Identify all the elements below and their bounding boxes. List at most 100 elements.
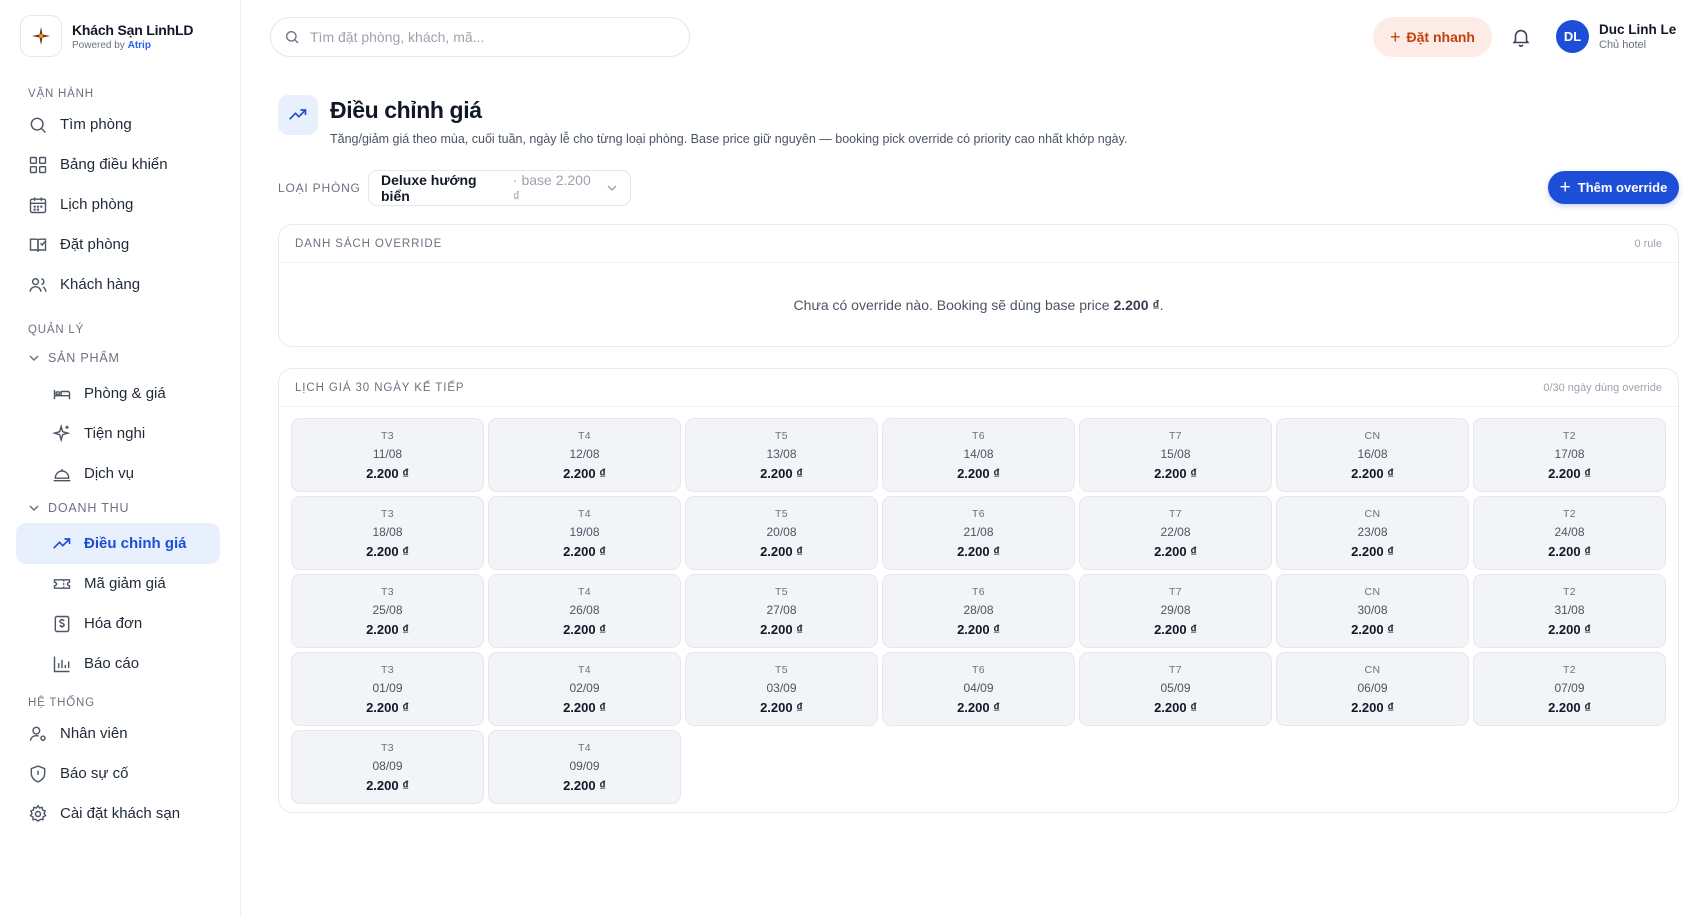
sidebar-item-settings[interactable]: Cài đặt khách sạn xyxy=(16,793,220,834)
calendar-day-cell[interactable]: T4 09/09 2.200 ₫ xyxy=(488,730,681,804)
day-price: 2.200 ₫ xyxy=(760,699,803,715)
trend-up-icon xyxy=(53,537,71,549)
day-date: 31/08 xyxy=(1554,602,1585,617)
group-label: SẢN PHẨM xyxy=(48,351,120,365)
calendar-day-cell[interactable]: T7 05/09 2.200 ₫ xyxy=(1079,652,1272,726)
day-of-week: T3 xyxy=(380,663,395,676)
calendar-day-cell[interactable]: CN 06/09 2.200 ₫ xyxy=(1276,652,1469,726)
global-search[interactable] xyxy=(270,17,690,57)
calendar-day-cell[interactable]: T5 27/08 2.200 ₫ xyxy=(685,574,878,648)
day-date: 03/09 xyxy=(766,680,797,695)
calendar-day-cell[interactable]: CN 23/08 2.200 ₫ xyxy=(1276,496,1469,570)
calendar-day-cell[interactable]: T3 08/09 2.200 ₫ xyxy=(291,730,484,804)
quick-booking-label: Đặt nhanh xyxy=(1406,29,1475,45)
day-price: 2.200 ₫ xyxy=(760,621,803,637)
calendar-day-cell[interactable]: T3 25/08 2.200 ₫ xyxy=(291,574,484,648)
calendar-day-cell[interactable]: T7 22/08 2.200 ₫ xyxy=(1079,496,1272,570)
day-date: 05/09 xyxy=(1160,680,1191,695)
calendar-day-cell[interactable]: T2 31/08 2.200 ₫ xyxy=(1473,574,1666,648)
room-type-select[interactable]: Deluxe hướng biển · base 2.200 ₫ xyxy=(368,170,631,206)
user-menu[interactable]: DL Duc Linh Le Chủ hotel xyxy=(1556,20,1676,53)
sidebar-item-vouchers[interactable]: Mã giảm giá xyxy=(16,563,220,604)
bell-icon[interactable] xyxy=(1510,26,1532,48)
day-of-week: T7 xyxy=(1168,585,1183,598)
calendar-day-cell[interactable]: T2 07/09 2.200 ₫ xyxy=(1473,652,1666,726)
sidebar-item-booking[interactable]: Đặt phòng xyxy=(16,224,220,265)
day-of-week: T5 xyxy=(774,663,789,676)
override-count: 0 rule xyxy=(1634,237,1662,250)
sidebar-item-amenities[interactable]: Tiện nghi xyxy=(16,413,220,454)
empty-suffix: . xyxy=(1159,297,1164,313)
calendar-day-cell[interactable]: T3 18/08 2.200 ₫ xyxy=(291,496,484,570)
add-override-button[interactable]: + Thêm override xyxy=(1548,171,1679,204)
day-price: 2.200 ₫ xyxy=(1548,465,1591,481)
sidebar-item-invoices[interactable]: Hóa đơn xyxy=(16,603,220,644)
day-date: 18/08 xyxy=(372,524,403,539)
day-price: 2.200 ₫ xyxy=(1351,465,1394,481)
sidebar-item-staff[interactable]: Nhân viên xyxy=(16,713,220,754)
day-price: 2.200 ₫ xyxy=(1351,543,1394,559)
sidebar-item-customers[interactable]: Khách hàng xyxy=(16,264,220,305)
calendar-day-cell[interactable]: T6 21/08 2.200 ₫ xyxy=(882,496,1075,570)
group-toggle-products[interactable]: SẢN PHẨM xyxy=(28,351,120,365)
calendar-day-cell[interactable]: T2 17/08 2.200 ₫ xyxy=(1473,418,1666,492)
calendar-day-cell[interactable]: T6 28/08 2.200 ₫ xyxy=(882,574,1075,648)
override-list-header: DANH SÁCH OVERRIDE 0 rule xyxy=(279,225,1678,263)
calendar-day-cell[interactable]: T4 02/09 2.200 ₫ xyxy=(488,652,681,726)
day-date: 09/09 xyxy=(569,758,600,773)
day-date: 29/08 xyxy=(1160,602,1191,617)
day-price: 2.200 ₫ xyxy=(1154,621,1197,637)
calendar-day-cell[interactable]: T7 29/08 2.200 ₫ xyxy=(1079,574,1272,648)
calendar-day-cell[interactable]: T3 01/09 2.200 ₫ xyxy=(291,652,484,726)
sidebar-item-rooms-prices[interactable]: Phòng & giá xyxy=(16,373,220,414)
day-price: 2.200 ₫ xyxy=(1351,621,1394,637)
calendar-day-cell[interactable]: T5 20/08 2.200 ₫ xyxy=(685,496,878,570)
day-date: 15/08 xyxy=(1160,446,1191,461)
price-calendar-grid: T3 11/08 2.200 ₫ T4 12/08 2.200 ₫ T5 13/08 2.200… xyxy=(291,418,1666,804)
sidebar-item-services[interactable]: Dịch vụ xyxy=(16,453,220,494)
day-of-week: T6 xyxy=(971,429,986,442)
room-type-selected: Deluxe hướng biển xyxy=(381,172,477,204)
sidebar-item-reports[interactable]: Báo cáo xyxy=(16,643,220,684)
day-date: 07/09 xyxy=(1554,680,1585,695)
sidebar-item-calendar[interactable]: Lịch phòng xyxy=(16,184,220,225)
quick-booking-button[interactable]: + Đặt nhanh xyxy=(1373,17,1492,57)
group-toggle-revenue[interactable]: DOANH THU xyxy=(28,501,129,515)
sidebar-item-price-adjust[interactable]: Điều chỉnh giá xyxy=(16,523,220,564)
calendar-day-cell[interactable]: T5 13/08 2.200 ₫ xyxy=(685,418,878,492)
sidebar-item-find-room[interactable]: Tìm phòng xyxy=(16,104,220,145)
calendar-day-cell[interactable]: T4 26/08 2.200 ₫ xyxy=(488,574,681,648)
day-of-week: T4 xyxy=(577,741,592,754)
brand[interactable]: Khách Sạn LinhLD Powered by Atrip xyxy=(20,15,193,57)
sidebar-item-label: Nhân viên xyxy=(60,725,128,742)
calendar-day-cell[interactable]: T6 04/09 2.200 ₫ xyxy=(882,652,1075,726)
day-of-week: T5 xyxy=(774,507,789,520)
day-of-week: T7 xyxy=(1168,507,1183,520)
calendar-day-cell[interactable]: T3 11/08 2.200 ₫ xyxy=(291,418,484,492)
day-date: 14/08 xyxy=(963,446,994,461)
calendar-day-cell[interactable]: T4 19/08 2.200 ₫ xyxy=(488,496,681,570)
sidebar-item-label: Khách hàng xyxy=(60,276,141,293)
sidebar-item-dashboard[interactable]: Bảng điều khiển xyxy=(16,144,220,185)
gear-icon xyxy=(29,803,47,822)
day-of-week: T3 xyxy=(380,741,395,754)
calendar-day-cell[interactable]: T2 24/08 2.200 ₫ xyxy=(1473,496,1666,570)
day-price: 2.200 ₫ xyxy=(760,465,803,481)
sidebar-item-label: Điều chỉnh giá xyxy=(84,535,187,552)
day-date: 12/08 xyxy=(569,446,600,461)
day-date: 19/08 xyxy=(569,524,600,539)
day-date: 08/09 xyxy=(372,758,403,773)
day-price: 2.200 ₫ xyxy=(366,543,409,559)
search-input[interactable] xyxy=(310,29,650,45)
calendar-day-cell[interactable]: T5 03/09 2.200 ₫ xyxy=(685,652,878,726)
day-price: 2.200 ₫ xyxy=(957,699,1000,715)
calendar-day-cell[interactable]: CN 30/08 2.200 ₫ xyxy=(1276,574,1469,648)
calendar-day-cell[interactable]: CN 16/08 2.200 ₫ xyxy=(1276,418,1469,492)
add-override-label: Thêm override xyxy=(1577,180,1668,195)
calendar-day-cell[interactable]: T4 12/08 2.200 ₫ xyxy=(488,418,681,492)
sidebar-item-label: Cài đặt khách sạn xyxy=(60,805,181,822)
calendar-day-cell[interactable]: T7 15/08 2.200 ₫ xyxy=(1079,418,1272,492)
calendar-day-cell[interactable]: T6 14/08 2.200 ₫ xyxy=(882,418,1075,492)
sidebar-item-incidents[interactable]: Báo sự cố xyxy=(16,753,220,794)
price-calendar-card: LỊCH GIÁ 30 NGÀY KẾ TIẾP 0/30 ngày dùng … xyxy=(278,368,1679,813)
